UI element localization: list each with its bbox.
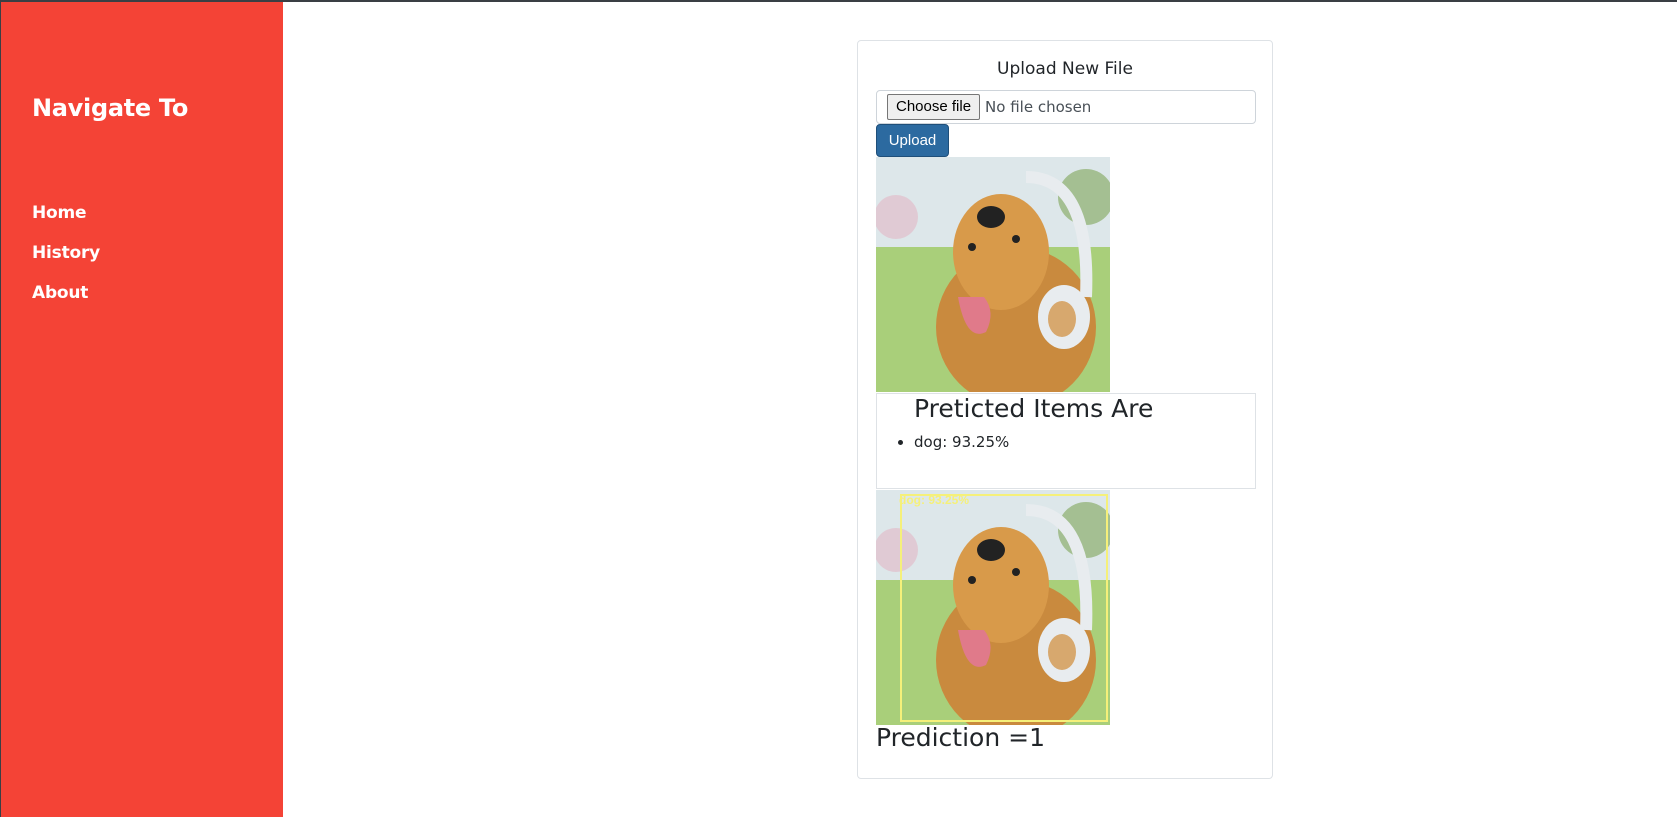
file-status: No file chosen xyxy=(985,98,1092,116)
sidebar-item-history: History xyxy=(32,241,100,281)
prediction-text: Prediction =1 xyxy=(876,723,1045,752)
upload-heading: Upload New File xyxy=(997,59,1133,79)
detection-label: dog: 93.25% xyxy=(899,493,970,507)
sidebar-title: Navigate To xyxy=(32,94,189,122)
choose-file-button[interactable]: Choose file xyxy=(887,94,981,120)
dog-image xyxy=(876,157,1110,392)
nav-link-history[interactable]: History xyxy=(32,241,100,265)
sidebar-item-home: Home xyxy=(32,201,100,241)
sidebar-nav: Home History About xyxy=(32,201,100,321)
uploaded-image xyxy=(876,157,1110,392)
nav-link-home[interactable]: Home xyxy=(32,201,87,225)
upload-card: Upload New File Choose file No file chos… xyxy=(857,40,1273,779)
prediction-results: Preticted Items Are dog: 93.25% xyxy=(876,393,1256,489)
sidebar: Navigate To Home History About xyxy=(0,2,283,817)
results-title: Preticted Items Are xyxy=(914,394,1154,423)
detection-image: dog: 93.25% xyxy=(876,490,1110,725)
upload-button[interactable]: Upload xyxy=(876,124,949,157)
detection-bounding-box xyxy=(900,494,1108,722)
results-list: dog: 93.25% xyxy=(914,432,1009,452)
sidebar-item-about: About xyxy=(32,281,100,321)
result-item: dog: 93.25% xyxy=(914,432,1009,452)
file-input[interactable]: Choose file No file chosen xyxy=(876,90,1256,124)
nav-link-about[interactable]: About xyxy=(32,281,88,305)
